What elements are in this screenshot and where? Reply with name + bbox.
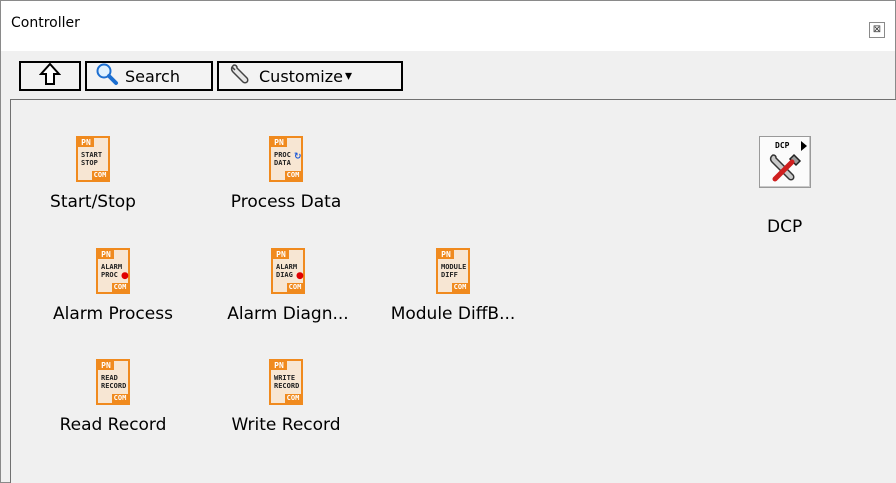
item-label: Read Record [59,415,167,435]
dcp-label: DCP [767,217,803,237]
pn-com-icon: PN WRITE RECORD COM [269,359,303,405]
dcp-subpalette-button[interactable]: DCP [759,136,811,188]
item-label: Write Record [231,415,341,435]
com-tag: COM [287,283,303,292]
pn-tag: PN [78,138,94,147]
customize-dropdown-icon: ▾ [344,68,353,84]
pn-com-icon: PN ALARM DIAG ● COM [271,248,305,294]
item-label: Start/Stop [50,192,136,212]
pn-tag: PN [438,250,454,259]
dcp-icon-text: DCP [775,141,790,150]
palette-item-alarm-diagnosis[interactable]: PN ALARM DIAG ● COM Alarm Diagn... [209,248,367,324]
palette-item-read-record[interactable]: PN READ RECORD COM Read Record [43,359,183,435]
com-tag: COM [285,171,301,180]
icon-text: PROC DATA [274,151,291,167]
item-label: Alarm Process [53,304,173,324]
window-title: Controller [11,15,80,31]
search-button[interactable]: Search [85,61,213,91]
close-icon[interactable]: ⊠ [869,22,885,38]
palette-item-start-stop[interactable]: PN START STOP COM Start/Stop [43,136,143,212]
customize-label: Customize [259,66,343,86]
submenu-arrow-icon [801,141,807,151]
pn-com-icon: PN ALARM PROC ● COM [96,248,130,294]
icon-text: START STOP [81,151,103,167]
icon-text: ALARM PROC [101,263,123,279]
palette-item-module-diff[interactable]: PN MODULE DIFF COM Module DiffB... [373,248,533,324]
item-label: Process Data [230,192,342,212]
search-label: Search [125,66,180,86]
pn-com-icon: PN MODULE DIFF COM [436,248,470,294]
alarm-icon: ● [121,271,129,281]
customize-button[interactable]: Customize ▾ [217,61,403,91]
pn-tag: PN [98,250,114,259]
com-tag: COM [112,394,128,403]
com-tag: COM [285,394,301,403]
icon-text: WRITE RECORD [274,374,300,390]
item-label: Module DiffB... [390,304,516,324]
controller-window: Controller ⊠ Search Customize ▾ PN START… [0,0,896,483]
icon-text: MODULE DIFF [441,263,467,279]
pn-com-icon: PN READ RECORD COM [96,359,130,405]
pn-tag: PN [273,250,289,259]
pn-tag: PN [271,138,287,147]
tools-icon [767,151,803,187]
com-tag: COM [92,171,108,180]
palette-item-alarm-process[interactable]: PN ALARM PROC ● COM Alarm Process [41,248,185,324]
refresh-icon: ↻ [294,152,302,162]
com-tag: COM [452,283,468,292]
title-bar: Controller ⊠ [1,1,895,51]
pn-tag: PN [271,361,287,370]
pn-com-icon: PN START STOP COM [76,136,110,182]
icon-text: ALARM DIAG [276,263,298,279]
up-arrow-icon [38,62,62,90]
icon-text: READ RECORD [101,374,127,390]
item-label: Alarm Diagn... [227,304,349,324]
alarm-icon: ● [296,271,304,281]
search-icon [95,62,119,90]
pn-tag: PN [98,361,114,370]
wrench-icon [229,62,253,90]
com-tag: COM [112,283,128,292]
palette-item-process-data[interactable]: PN PROC DATA ↻ COM Process Data [211,136,361,212]
palette-item-write-record[interactable]: PN WRITE RECORD COM Write Record [211,359,361,435]
pn-com-icon: PN PROC DATA ↻ COM [269,136,303,182]
up-button[interactable] [19,61,81,91]
